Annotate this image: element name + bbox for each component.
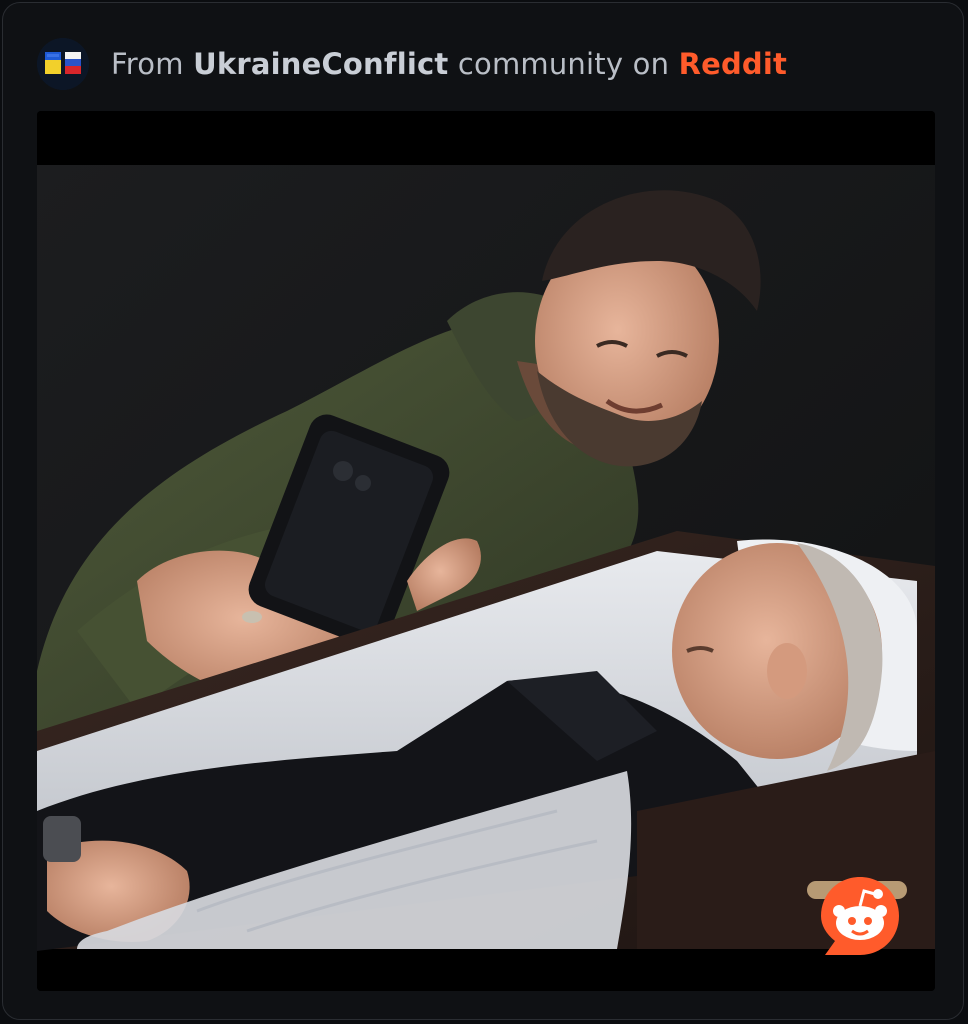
reddit-watermark	[817, 873, 903, 959]
flags-fist-icon	[37, 38, 89, 90]
source-prefix: From	[111, 47, 194, 81]
post-header: From UkraineConflict community on Reddit	[37, 37, 787, 91]
post-image[interactable]	[37, 111, 935, 991]
community-name-link[interactable]: UkraineConflict	[193, 47, 448, 81]
reddit-snoo-icon	[821, 877, 899, 955]
post-source-line: From UkraineConflict community on Reddit	[111, 47, 787, 81]
photo-scene	[37, 111, 935, 991]
community-avatar[interactable]	[37, 38, 89, 90]
source-middle: community on	[448, 47, 679, 81]
reddit-link[interactable]: Reddit	[679, 47, 788, 81]
post-card[interactable]: From UkraineConflict community on Reddit	[2, 2, 964, 1020]
